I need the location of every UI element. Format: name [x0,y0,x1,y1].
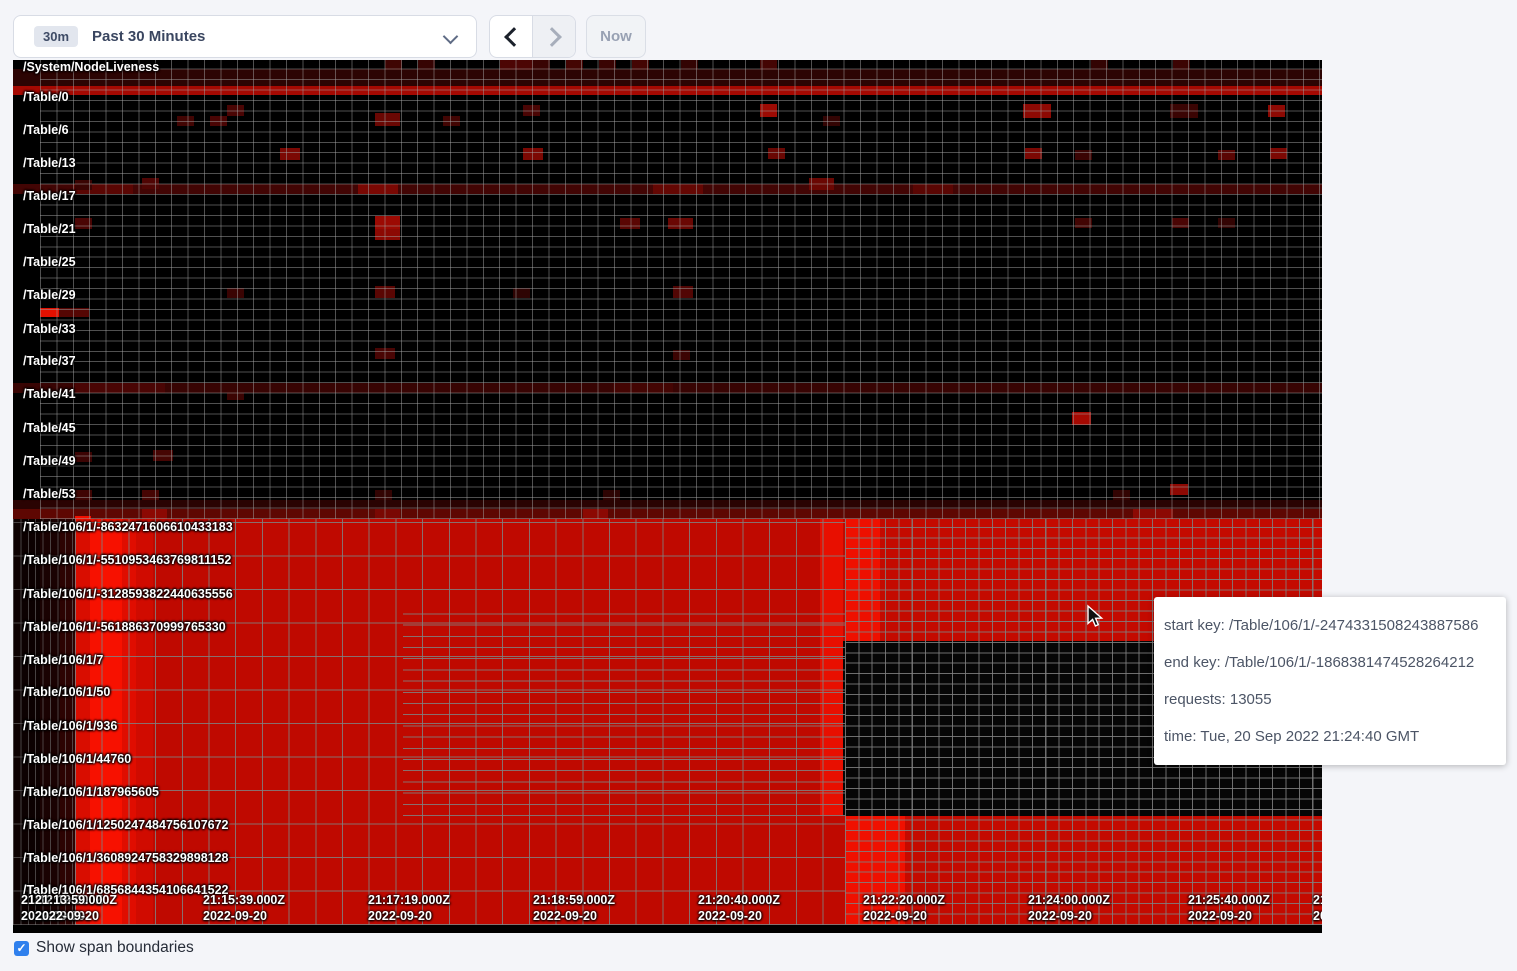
time-tick: 21:25:40.000Z2022-09-20 [1188,892,1270,924]
tooltip-end-key: end key: /Table/106/1/-18683814745282642… [1164,644,1496,681]
key-visualizer-page: 30m Past 30 Minutes Now /System/NodeLive… [0,0,1517,971]
row-label: /Table/45 [23,421,76,435]
time-range-badge: 30m [34,26,78,47]
now-button[interactable]: Now [586,15,646,58]
next-button[interactable] [532,16,575,57]
time-tick: 21:17:19.000Z2022-09-20 [368,892,450,924]
row-label: /Table/53 [23,487,76,501]
chevron-left-icon [504,27,524,47]
time-nav-group [489,15,576,58]
time-range-label: Past 30 Minutes [92,28,205,45]
check-icon: ✓ [16,941,26,955]
chevron-down-icon [443,29,459,45]
row-label: /Table/106/1/-561886370999765330 [23,620,226,634]
row-label: /Table/106/1/1250247484756107672 [23,818,229,832]
time-tick: 21:20:40.000Z2022-09-20 [698,892,780,924]
show-span-boundaries-label: Show span boundaries [36,939,194,957]
tooltip-time: time: Tue, 20 Sep 2022 21:24:40 GMT [1164,718,1496,755]
row-label: /Table/17 [23,189,76,203]
row-label: /Table/106/1/-3128593822440635556 [23,587,233,601]
row-label: /Table/33 [23,322,76,336]
row-label: /Table/49 [23,454,76,468]
row-label: /Table/106/1/50 [23,685,110,699]
time-tick: 21:13:59.000Z2022-09-20 [35,892,117,924]
time-range-select[interactable]: 30m Past 30 Minutes [13,15,477,58]
row-label: /Table/6 [23,123,69,137]
row-label: /Table/25 [23,255,76,269]
row-label: /Table/106/1/187965605 [23,785,159,799]
key-visualizer-heatmap[interactable]: /System/NodeLiveness/Table/0/Table/6/Tab… [13,60,1322,933]
row-label: /Table/13 [23,156,76,170]
show-span-boundaries-row: ✓ Show span boundaries [14,939,194,957]
row-label: /Table/41 [23,387,76,401]
row-label: /Table/106/1/-5510953463769811152 [23,553,231,567]
hover-tooltip: start key: /Table/106/1/-247433150824388… [1154,597,1506,765]
prev-button[interactable] [490,16,532,57]
cursor-icon [1083,604,1105,628]
chevron-right-icon [542,27,562,47]
tooltip-start-key: start key: /Table/106/1/-247433150824388… [1164,607,1496,644]
row-label: /Table/37 [23,354,76,368]
time-tick: 21:15:39.000Z2022-09-20 [203,892,285,924]
row-label: /System/NodeLiveness [23,60,159,74]
tooltip-requests: requests: 13055 [1164,681,1496,718]
time-tick: 21:24:00.000Z2022-09-20 [1028,892,1110,924]
row-label: /Table/106/1/-8632471606610433183 [23,520,233,534]
row-label: /Table/29 [23,288,76,302]
time-tick: 21:18:59.000Z2022-09-20 [533,892,615,924]
time-tick: 21:27:20.000Z2022-09-20 [1313,892,1322,924]
row-label: /Table/106/1/3608924758329898128 [23,851,229,865]
row-label: /Table/106/1/7 [23,653,103,667]
time-tick: 21:22:20.000Z2022-09-20 [863,892,945,924]
show-span-boundaries-checkbox[interactable]: ✓ [14,941,29,956]
row-label: /Table/106/1/44760 [23,752,131,766]
row-label: /Table/106/1/936 [23,719,117,733]
row-label: /Table/21 [23,222,76,236]
row-label: /Table/0 [23,90,69,104]
